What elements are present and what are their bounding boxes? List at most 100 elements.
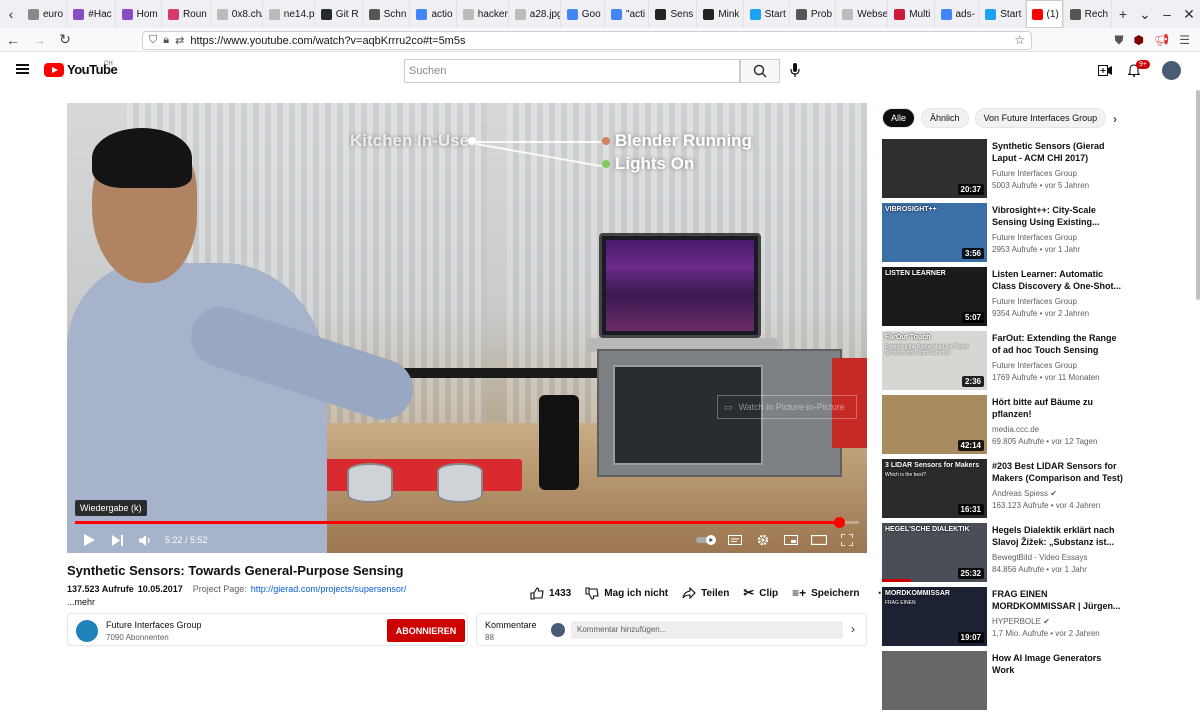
voice-search-icon[interactable] [790, 63, 800, 82]
recommendation-thumbnail[interactable]: 3 LIDAR Sensors for MakersWhich is the b… [882, 459, 987, 518]
recommendation-title[interactable]: #203 Best LIDAR Sensors for Makers (Comp… [992, 460, 1124, 484]
tab-list-icon[interactable]: ⌄ [1134, 6, 1156, 23]
browser-tab[interactable]: Multi [888, 0, 934, 28]
show-more-link[interactable]: ...mehr [67, 597, 95, 607]
youtube-logo[interactable]: YouTube CH [44, 62, 117, 77]
page-scrollbar[interactable] [1196, 90, 1200, 300]
recommendation-channel[interactable]: HYPERBOLE ✔ [992, 617, 1050, 626]
browser-tab[interactable]: Mink [697, 0, 743, 28]
recommendation-item[interactable]: LISTEN LEARNER5:07Listen Learner: Automa… [882, 267, 1132, 331]
recommendation-item[interactable]: VIBROSIGHT++3:56Vibrosight++: City-Scale… [882, 203, 1132, 267]
minimize-icon[interactable]: – [1156, 6, 1178, 22]
recommendation-item[interactable]: HEGEL'SCHE DIALEKTIK25:32Hegels Dialekti… [882, 523, 1132, 587]
browser-tab[interactable]: ne14.pn [263, 0, 315, 28]
url-text[interactable]: https://www.youtube.com/watch?v=aqbKrrru… [190, 35, 465, 47]
project-page-link[interactable]: http://gierad.com/projects/supersensor/ [251, 584, 407, 594]
close-window-icon[interactable]: ✕ [1178, 6, 1200, 23]
browser-tab[interactable]: Rech [1064, 0, 1112, 28]
new-tab-button[interactable]: + [1112, 6, 1134, 22]
recommendation-thumbnail[interactable]: VIBROSIGHT++3:56 [882, 203, 987, 262]
browser-tab[interactable]: Start [979, 0, 1025, 28]
account-avatar[interactable] [1162, 61, 1181, 80]
extension-megaphone-icon[interactable]: 📢︎ [1154, 33, 1169, 47]
browser-tab[interactable]: Goo [561, 0, 605, 28]
bookmark-star-icon[interactable]: ☆ [1014, 33, 1025, 47]
settings-gear-icon[interactable] [749, 534, 777, 546]
browser-tab[interactable]: Prob [790, 0, 836, 28]
browser-tab[interactable]: Start [744, 0, 790, 28]
browser-tab[interactable]: #Hac [67, 0, 115, 28]
browser-tab[interactable]: (1) [1026, 0, 1064, 28]
search-button[interactable] [740, 59, 780, 83]
channel-name[interactable]: Future Interfaces Group [106, 620, 202, 630]
recommendation-thumbnail[interactable]: 42:14 [882, 395, 987, 454]
recommendation-thumbnail[interactable] [882, 651, 987, 710]
recommendation-channel[interactable]: Future Interfaces Group [992, 233, 1077, 242]
hamburger-menu-icon[interactable] [16, 64, 29, 74]
chevron-right-icon[interactable]: › [851, 622, 855, 636]
create-video-icon[interactable] [1098, 64, 1112, 79]
recommendation-title[interactable]: FarOut: Extending the Range of ad hoc To… [992, 332, 1124, 357]
browser-tab[interactable]: Schn [363, 0, 411, 28]
subscribe-button[interactable]: ABONNIEREN [387, 619, 465, 642]
recommendation-item[interactable]: 20:37Synthetic Sensors (Gierad Laput - A… [882, 139, 1132, 203]
shield-icon[interactable]: ⛉ [149, 34, 157, 47]
tab-scroll-left-icon[interactable]: ‹ [0, 6, 22, 22]
save-button[interactable]: ≡+ Speichern [792, 586, 859, 600]
channel-avatar[interactable] [76, 620, 98, 642]
recommendation-channel[interactable]: Andreas Spiess ✔ [992, 489, 1057, 498]
fullscreen-icon[interactable] [833, 534, 861, 546]
search-input[interactable]: Suchen [404, 59, 740, 83]
share-button[interactable]: Teilen [682, 587, 729, 599]
chips-next-chevron-icon[interactable]: › [1113, 112, 1117, 126]
clip-button[interactable]: ✂ Clip [743, 585, 778, 601]
browser-tab[interactable]: "acti [605, 0, 649, 28]
recommendation-channel[interactable]: Future Interfaces Group [992, 361, 1077, 370]
recommendation-title[interactable]: Synthetic Sensors (Gierad Laput - ACM CH… [992, 140, 1124, 164]
lock-icon[interactable]: 🔒︎ [163, 34, 169, 47]
recommendation-thumbnail[interactable]: FarOut TouchExtending the Range of ad ho… [882, 331, 987, 390]
recommendation-title[interactable]: How AI Image Generators Work [992, 652, 1124, 676]
address-bar[interactable]: ⛉ 🔒︎ ⇄ https://www.youtube.com/watch?v=a… [142, 31, 1032, 50]
browser-tab[interactable]: Roun [162, 0, 211, 28]
chip-filter[interactable]: Ähnlich [921, 108, 969, 128]
progress-bar[interactable] [75, 521, 859, 524]
browser-tab[interactable]: Webseit [836, 0, 888, 28]
recommendation-channel[interactable]: BewegtBild - Video Essays [992, 553, 1087, 562]
recommendation-item[interactable]: 42:14Hört bitte auf Bäume zu pflanzen! me… [882, 395, 1132, 459]
next-icon[interactable] [103, 535, 131, 546]
recommendation-channel[interactable]: media.ccc.de [992, 425, 1039, 434]
recommendation-title[interactable]: Hört bitte auf Bäume zu pflanzen! [992, 396, 1124, 420]
like-button[interactable]: 1433 [530, 587, 571, 600]
recommendation-title[interactable]: Hegels Dialektik erklärt nach Slavoj Žiž… [992, 524, 1124, 548]
recommendation-item[interactable]: How AI Image Generators Work [882, 651, 1132, 715]
recommendation-channel[interactable]: Future Interfaces Group [992, 169, 1077, 178]
browser-tab[interactable]: Git R [315, 0, 363, 28]
subtitles-icon[interactable] [721, 535, 749, 545]
play-icon[interactable] [75, 534, 103, 546]
recommendation-channel[interactable]: Future Interfaces Group [992, 297, 1077, 306]
permissions-icon[interactable]: ⇄ [175, 34, 184, 47]
extension-ublock-icon[interactable]: ⬢ [1134, 33, 1144, 47]
recommendation-item[interactable]: MORDKOMMISSARFRAG EINEN19:07FRAG EINEN M… [882, 587, 1132, 651]
forward-icon[interactable]: → [26, 32, 52, 48]
recommendation-thumbnail[interactable]: LISTEN LEARNER5:07 [882, 267, 987, 326]
comment-input[interactable]: Kommentar hinzufügen... [571, 621, 843, 639]
recommendation-item[interactable]: 3 LIDAR Sensors for MakersWhich is the b… [882, 459, 1132, 523]
chip-filter[interactable]: Von Future Interfaces Group [975, 108, 1107, 128]
volume-icon[interactable] [131, 535, 159, 546]
browser-tab[interactable]: Sens [649, 0, 697, 28]
picture-in-picture-button[interactable]: ▭ Watch in Picture-in-Picture [717, 395, 857, 419]
autoplay-toggle[interactable] [693, 535, 721, 545]
back-icon[interactable]: ← [0, 32, 26, 48]
browser-tab[interactable]: euro [22, 0, 67, 28]
recommendation-title[interactable]: Listen Learner: Automatic Class Discover… [992, 268, 1124, 292]
miniplayer-icon[interactable] [777, 535, 805, 545]
browser-tab[interactable]: a28.jpg [509, 0, 561, 28]
recommendation-thumbnail[interactable]: 20:37 [882, 139, 987, 198]
dislike-button[interactable]: Mag ich nicht [585, 587, 668, 600]
chip-filter[interactable]: Alle [882, 108, 915, 128]
browser-tab[interactable]: hackers [457, 0, 509, 28]
recommendation-title[interactable]: FRAG EINEN MORDKOMMISSAR | Jürgen... [992, 588, 1124, 612]
browser-tab[interactable]: ads- [935, 0, 980, 28]
